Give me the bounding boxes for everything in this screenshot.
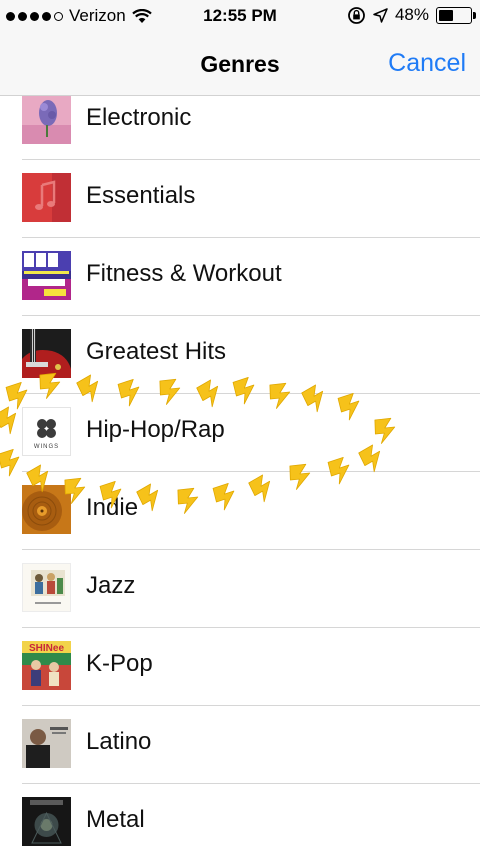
portrait-photo-art	[22, 719, 71, 768]
genre-row-greatest-hits[interactable]: Greatest Hits	[0, 316, 480, 394]
svg-text:SHINee: SHINee	[29, 643, 64, 654]
genre-label: Jazz	[86, 572, 136, 599]
genre-label: Hip-Hop/Rap	[86, 416, 225, 443]
shinee-album-art: SHINee	[22, 641, 71, 690]
genre-label: Indie	[86, 494, 139, 521]
genre-label: Latino	[86, 728, 152, 755]
svg-text:WINGS: WINGS	[34, 444, 59, 450]
genre-list[interactable]: Electronic Essentials Fitness & Workout …	[0, 96, 480, 852]
genre-row-indie[interactable]: Indie	[0, 472, 480, 550]
cancel-button[interactable]: Cancel	[388, 49, 466, 78]
genre-label: Greatest Hits	[86, 338, 227, 365]
illustrated-figures-art	[22, 563, 71, 612]
wings-album-art: WINGS	[22, 407, 71, 456]
battery-percentage: 48%	[394, 5, 429, 24]
red-music-note-art	[22, 173, 71, 222]
dark-band-art	[22, 797, 71, 846]
genre-label: Metal	[86, 806, 145, 833]
status-right-group: 48%	[347, 5, 476, 25]
genre-row-latino[interactable]: Latino	[0, 706, 480, 784]
purple-flower-art	[22, 96, 71, 144]
genre-row-k-pop[interactable]: SHINee K-Pop	[0, 628, 480, 706]
battery-level-fill	[439, 9, 454, 21]
genre-label: Fitness & Workout	[86, 260, 282, 287]
navigation-bar: Genres Cancel	[0, 32, 480, 96]
rotation-lock-icon	[348, 6, 365, 24]
genre-label: Essentials	[86, 182, 196, 209]
genre-row-jazz[interactable]: Jazz	[0, 550, 480, 628]
battery-icon	[436, 6, 476, 24]
genre-row-electronic[interactable]: Electronic	[0, 96, 480, 160]
genre-row-essentials[interactable]: Essentials	[0, 160, 480, 238]
genre-label: K-Pop	[86, 650, 153, 677]
vinyl-record-art	[22, 485, 71, 534]
genre-row-fitness-workout[interactable]: Fitness & Workout	[0, 238, 480, 316]
status-bar: Verizon 12:55 PM 48%	[0, 0, 480, 32]
now-workout-2016-art	[22, 251, 71, 300]
genre-row-hip-hop-rap[interactable]: WINGS Hip-Hop/Rap	[0, 394, 480, 472]
location-arrow-icon	[373, 7, 388, 23]
red-guitar-art	[22, 329, 71, 378]
genre-row-metal[interactable]: Metal	[0, 784, 480, 852]
genre-label: Electronic	[86, 104, 192, 131]
